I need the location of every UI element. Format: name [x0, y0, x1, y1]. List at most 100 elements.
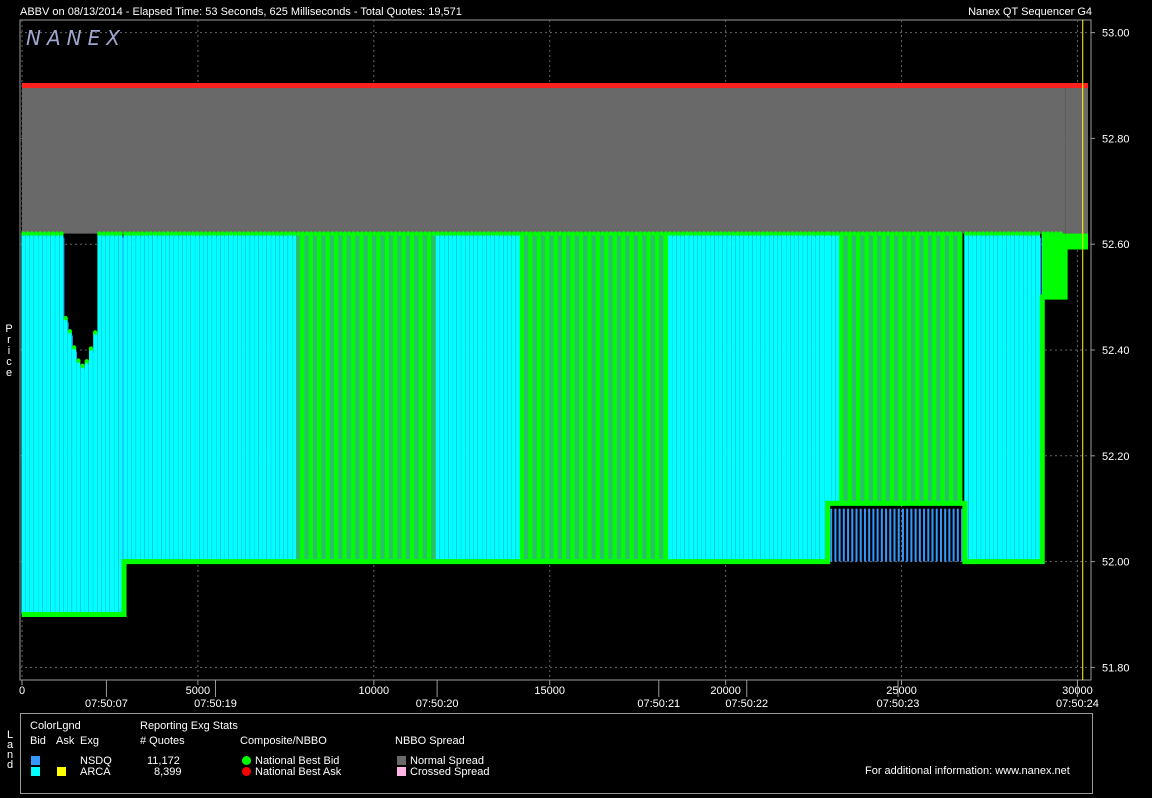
- quote-top-dot: [270, 231, 276, 236]
- quote-top-dot: [688, 231, 694, 236]
- quote-top-dot: [287, 231, 293, 236]
- quote-spikes: [21, 231, 1088, 615]
- quote-top-dot: [646, 231, 652, 236]
- quote-top-dot: [697, 231, 702, 236]
- info-link[interactable]: For additional information: www.nanex.ne…: [865, 765, 1070, 777]
- quote-top-dot: [422, 231, 428, 236]
- quote-top-dot: [92, 330, 98, 335]
- quote-top-dot: [1035, 231, 1041, 236]
- quote-top-dot: [123, 231, 128, 236]
- quote-top-dot: [67, 329, 73, 334]
- quote-top-dot: [71, 345, 77, 350]
- quote-top-dot: [406, 231, 411, 236]
- y-tick-label: 51.80: [1102, 662, 1130, 674]
- quote-top-dot: [1018, 231, 1024, 236]
- legend-count-arca: 8,399: [154, 766, 182, 778]
- quote-top-dot: [245, 231, 251, 236]
- quote-top-dot: [807, 231, 812, 236]
- quote-top-dot: [764, 231, 770, 236]
- quote-top-dot: [835, 231, 840, 236]
- y-tick-label: 52.40: [1102, 345, 1130, 357]
- quote-top-dot: [705, 231, 711, 236]
- quote-top-dot: [881, 231, 887, 236]
- quote-top-dot: [617, 231, 622, 236]
- quote-top-dot: [105, 231, 111, 236]
- quote-top-dot: [359, 231, 365, 236]
- quote-top-dot: [427, 231, 432, 236]
- quote-top-dot: [826, 231, 832, 236]
- quote-top-dot: [109, 231, 115, 236]
- bid-block-end-2: [1065, 233, 1088, 250]
- quote-top-dot: [672, 231, 677, 236]
- quote-top-dot: [932, 231, 937, 236]
- quote-top-dot: [976, 231, 982, 236]
- quote-top-dot: [945, 231, 950, 236]
- quote-top-dot: [915, 231, 920, 236]
- quote-top-dot: [157, 231, 162, 236]
- quote-top-dot: [275, 231, 280, 236]
- quote-top-dot: [397, 231, 403, 236]
- y-tick-label: 52.60: [1102, 239, 1130, 251]
- quote-top-dot: [898, 231, 904, 236]
- bid-block-end: [1042, 233, 1066, 298]
- quote-top-dot: [579, 231, 584, 236]
- quote-top-dot: [536, 231, 542, 236]
- quote-top-dot: [680, 231, 685, 236]
- quote-top-dot: [29, 231, 35, 236]
- quote-top-dot: [885, 231, 891, 236]
- quote-top-dot: [722, 231, 728, 236]
- quote-top-dot: [591, 231, 597, 236]
- quote-top-dot: [839, 231, 844, 236]
- legend-spread-header: NBBO Spread: [395, 735, 465, 747]
- quote-top-dot: [773, 231, 778, 236]
- quote-top-dot: [553, 231, 559, 236]
- quote-top-dot: [980, 231, 986, 236]
- time-tick-label: 07:50:24: [1056, 698, 1099, 710]
- time-tick-label: 07:50:22: [725, 698, 768, 710]
- quote-top-dot: [894, 231, 899, 236]
- quote-top-dot: [203, 231, 208, 236]
- time-tick-label: 07:50:21: [637, 698, 680, 710]
- quote-top-dot: [997, 231, 1003, 236]
- quote-top-dot: [368, 231, 373, 236]
- quote-top-dot: [384, 231, 390, 236]
- quote-top-dot: [869, 231, 874, 236]
- quote-top-dot: [435, 231, 441, 236]
- quote-top-dot: [135, 231, 141, 236]
- quote-top-dot: [258, 231, 263, 236]
- quote-top-dot: [777, 231, 783, 236]
- quote-top-dot: [587, 231, 593, 236]
- quote-top-dot: [549, 231, 555, 236]
- time-tick-label: 07:50:19: [194, 698, 237, 710]
- quote-top-dot: [638, 231, 643, 236]
- quote-top-dot: [211, 231, 217, 236]
- quote-top-dot: [498, 231, 504, 236]
- quote-top-dot: [283, 231, 289, 236]
- legend-crossed-spread: Crossed Spread: [410, 766, 490, 778]
- quote-top-dot: [233, 231, 238, 236]
- quote-top-dot: [439, 231, 445, 236]
- quote-top-dot: [570, 231, 576, 236]
- quote-top-dot: [224, 231, 229, 236]
- quote-top-dot: [346, 231, 352, 236]
- quote-top-dot: [608, 231, 614, 236]
- quote-top-dot: [334, 231, 339, 236]
- quote-top-dot: [372, 231, 377, 236]
- price-chart: 53.00 52.80 52.60 52.40 52.20 52.00 51.80 0 5000…: [5, 19, 1130, 710]
- quote-top-dot: [376, 231, 381, 236]
- quote-top-dot: [890, 231, 895, 236]
- quote-top-dot: [33, 231, 39, 236]
- legend-quotes-header: # Quotes: [140, 735, 185, 747]
- quote-top-dot: [190, 231, 196, 236]
- nbb-dot-icon: [242, 756, 251, 765]
- y-tick-label: 53.00: [1102, 28, 1130, 40]
- quote-top-dot: [748, 231, 753, 236]
- quote-top-dot: [528, 231, 533, 236]
- time-tick-label: 07:50:07: [85, 698, 128, 710]
- quote-top-dot: [583, 231, 588, 236]
- quote-top-dot: [80, 363, 85, 369]
- spread-area: [22, 85, 1088, 245]
- quote-top-dot: [928, 231, 933, 236]
- quote-top-dot: [659, 231, 664, 236]
- quote-top-dot: [296, 231, 301, 236]
